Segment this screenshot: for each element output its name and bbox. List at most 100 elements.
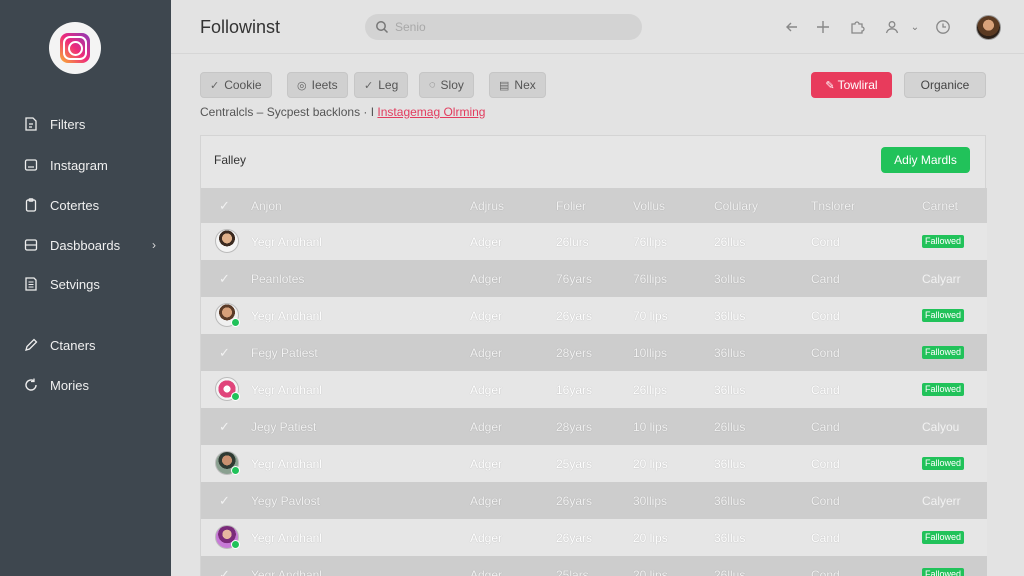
pencil-icon <box>22 336 40 354</box>
cell-colulary: 36llus <box>714 345 746 360</box>
sidebar-item-setvings[interactable]: Setvings <box>22 274 162 294</box>
table-row[interactable]: Yegr Andhanl Adger 16yars 26llips 36llus Cand… <box>201 371 987 408</box>
followers-table: ✓ Anjon Adjrus Folier Vollus Colulary Tnslorer… <box>201 188 987 576</box>
search-input[interactable] <box>395 20 615 34</box>
status-badge[interactable]: Fallowed <box>922 223 965 260</box>
cell-folier: 26yars <box>556 493 593 508</box>
sidebar: Filters Instagram Cotertes Dasbboards › Setvi… <box>0 0 171 576</box>
sidebar-item-mories[interactable]: Mories <box>22 375 162 395</box>
avatar[interactable] <box>215 525 240 549</box>
cell-name: Yegr Andhanl <box>251 456 322 471</box>
status-badge[interactable]: Fallowed <box>922 297 965 334</box>
sidebar-item-label: Setvings <box>50 276 100 292</box>
cell-vollus: 10 lips <box>633 419 668 434</box>
cell-tnslorer: Cond <box>811 456 840 471</box>
cell-folier: 28yers <box>556 345 593 360</box>
sidebar-item-filters[interactable]: Filters <box>22 114 162 134</box>
cell-vollus: 20 lips <box>633 567 668 576</box>
search-icon <box>376 21 389 34</box>
sidebar-item-ctaners[interactable]: Ctaners <box>22 335 162 355</box>
check-icon[interactable]: ✓ <box>219 260 230 297</box>
filter-chip-leg[interactable]: ✓ Leg <box>354 72 409 98</box>
refresh-icon <box>22 376 40 394</box>
towliral-button[interactable]: ✎ Towliral <box>811 72 892 98</box>
filter-chip-nex[interactable]: ▤ Nex <box>489 72 546 98</box>
avatar[interactable] <box>215 303 240 327</box>
cell-vollus: 10llips <box>633 345 668 360</box>
check-icon[interactable]: ✓ <box>219 408 230 445</box>
status-badge[interactable]: Fallowed <box>922 334 965 371</box>
online-badge-icon <box>231 540 240 549</box>
sidebar-item-dasbboards[interactable]: Dasbboards › <box>22 235 162 255</box>
cell-adjrus: Adger <box>470 456 503 471</box>
cell-tnslorer: Cand <box>811 382 840 397</box>
table-row[interactable]: ✓ Fegy Patiest Adger 28yers 10llips 36llus Con… <box>201 334 987 371</box>
cell-name: Yegy Pavlost <box>251 493 320 508</box>
plus-icon[interactable] <box>814 18 832 36</box>
cell-adjrus: Adger <box>470 382 503 397</box>
status-badge[interactable]: Fallowed <box>922 519 965 556</box>
chevron-down-icon[interactable]: ⌄ <box>906 18 924 36</box>
column-header: Folier <box>556 198 587 213</box>
breadcrumb-link[interactable]: Instagemag Olrming <box>377 105 485 119</box>
square-icon <box>22 156 40 174</box>
table-row[interactable]: Yegr Andhanl Adger 25yars 20 lips 36llus Cond… <box>201 445 987 482</box>
avatar[interactable] <box>215 229 239 253</box>
cell-name: Yegr Andhanl <box>251 530 322 545</box>
cell-tnslorer: Cond <box>811 567 840 576</box>
avatar[interactable] <box>215 377 240 401</box>
cell-tnslorer: Cond <box>811 345 840 360</box>
chip-icon: ▤ <box>499 79 510 92</box>
cell-tnslorer: Cond <box>811 493 840 508</box>
cell-name: Yegr Andhanl <box>251 234 322 249</box>
cell-folier: 26lurs <box>556 234 589 249</box>
filter-chip-ieets[interactable]: ◎ Ieets <box>287 72 348 98</box>
user-avatar[interactable] <box>976 15 1001 40</box>
status-badge[interactable]: Fallowed <box>922 556 965 576</box>
table-header: ✓ Anjon Adjrus Folier Vollus Colulary Tnslorer… <box>201 188 987 223</box>
status-badge[interactable]: Fallowed <box>922 371 965 408</box>
sidebar-item-label: Mories <box>50 377 90 393</box>
chip-label: Cookie <box>224 78 262 92</box>
chip-label: Leg <box>378 78 399 92</box>
followers-panel: Falley Adiy Mardls ✓ Anjon Adjrus Folier Vol… <box>200 135 987 576</box>
cell-vollus: 26llips <box>633 382 668 397</box>
column-header: Adjrus <box>470 198 505 213</box>
column-header: Vollus <box>633 198 666 213</box>
table-row[interactable]: ✓ Yegr Andhanl Adger 25lars 20 lips 26llus Con… <box>201 556 987 576</box>
cell-folier: 28yars <box>556 419 593 434</box>
table-row[interactable]: Yegr Andhanl Adger 26yars 20 lips 36llus Cand… <box>201 519 987 556</box>
status-badge[interactable]: Fallowed <box>922 445 965 482</box>
column-header: Tnslorer <box>811 198 856 213</box>
organice-button[interactable]: Organice <box>904 72 986 98</box>
table-row[interactable]: ✓ Peanlotes Adger 76yars 76llips 3ollus Cand Ca… <box>201 260 987 297</box>
user-icon[interactable] <box>883 18 901 36</box>
status-pill: Fallowed <box>922 568 965 576</box>
puzzle-icon[interactable] <box>848 18 866 36</box>
cell-vollus: 76llips <box>633 234 668 249</box>
check-icon[interactable]: ✓ <box>219 188 230 223</box>
check-icon[interactable]: ✓ <box>219 334 230 371</box>
add-button[interactable]: Adiy Mardls <box>881 147 970 173</box>
cell-colulary: 26llus <box>714 567 746 576</box>
search-bar[interactable] <box>365 14 642 40</box>
clock-icon[interactable] <box>934 18 952 36</box>
cell-adjrus: Adger <box>470 493 503 508</box>
cell-name: Yegr Andhanl <box>251 382 322 397</box>
filter-chip-sloy[interactable]: ◌ Sloy <box>419 72 474 98</box>
instagram-logo[interactable] <box>49 22 101 74</box>
check-icon[interactable]: ✓ <box>219 556 230 576</box>
table-row[interactable]: Yegr Andhanl Adger 26yars 70 lips 36llus Cond… <box>201 297 987 334</box>
avatar[interactable] <box>215 451 240 475</box>
filter-chip-cookie[interactable]: ✓ Cookie <box>200 72 272 98</box>
table-row[interactable]: ✓ Jegy Patiest Adger 28yars 10 lips 26llus Can… <box>201 408 987 445</box>
back-arrow-icon[interactable] <box>783 18 801 36</box>
chip-icon: ✓ <box>364 79 374 92</box>
sidebar-item-instagram[interactable]: Instagram <box>22 155 162 175</box>
sidebar-item-cotertes[interactable]: Cotertes <box>22 195 162 215</box>
check-icon[interactable]: ✓ <box>219 482 230 519</box>
table-row[interactable]: ✓ Yegy Pavlost Adger 26yars 30llips 36llus Con… <box>201 482 987 519</box>
cell-folier: 26yars <box>556 530 593 545</box>
stack-icon <box>22 236 40 254</box>
table-row[interactable]: Yegr Andhanl Adger 26lurs 76llips 26llus Cond… <box>201 223 987 260</box>
